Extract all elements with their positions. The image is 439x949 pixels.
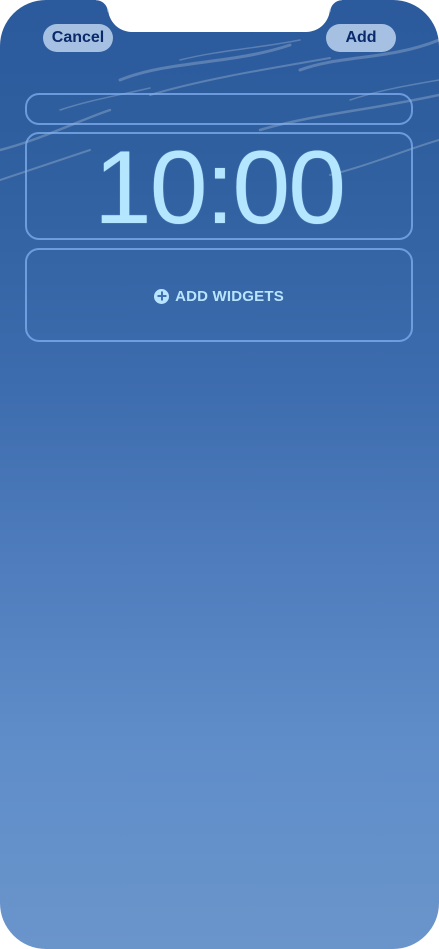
clock-time: 10:00 (93, 130, 346, 246)
plus-circle-icon (154, 288, 170, 304)
clock-slot[interactable]: 10:00 (25, 132, 413, 240)
add-widgets-button[interactable]: ADD WIDGETS (27, 286, 411, 306)
top-widget-slot[interactable] (25, 93, 413, 125)
cancel-button[interactable]: Cancel (43, 24, 113, 52)
device-notch (96, 0, 342, 32)
add-button[interactable]: Add (326, 24, 396, 52)
add-widgets-label: ADD WIDGETS (175, 287, 284, 305)
lock-screen-editor: Cancel Add 10:00 ADD WIDGETS (0, 0, 439, 949)
widgets-slot[interactable]: ADD WIDGETS (25, 248, 413, 342)
